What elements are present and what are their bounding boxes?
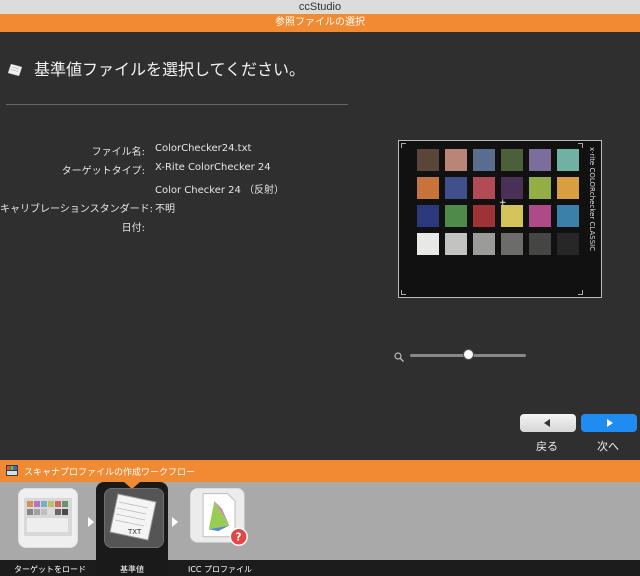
workflow-step-label[interactable]: ターゲットをロード bbox=[8, 564, 92, 575]
chevron-right-icon bbox=[607, 419, 613, 427]
filename-label: ファイル名: bbox=[91, 147, 145, 158]
color-patch bbox=[557, 149, 579, 171]
color-patch bbox=[445, 149, 467, 171]
target-type-value: X-Rite ColorChecker 24 bbox=[155, 162, 271, 173]
calibration-standard-label: キャリブレーションスタンダード: bbox=[0, 204, 153, 215]
workflow-header: スキャナプロファイルの作成ワークフロー bbox=[0, 460, 640, 482]
color-patch bbox=[417, 233, 439, 255]
crosshair-icon: + bbox=[499, 198, 507, 208]
color-patch bbox=[501, 205, 523, 227]
colorchecker-preview: + x·rite COLORchecker CLASSIC bbox=[398, 140, 602, 298]
back-button[interactable] bbox=[520, 414, 576, 432]
crop-corner bbox=[578, 143, 583, 148]
date-label: 日付: bbox=[121, 223, 145, 234]
color-patch bbox=[445, 205, 467, 227]
color-patch bbox=[557, 233, 579, 255]
crop-corner bbox=[401, 290, 406, 295]
color-patch bbox=[473, 233, 495, 255]
zoom-icon bbox=[394, 352, 404, 362]
page-heading: 基準値ファイルを選択してください。 bbox=[34, 60, 306, 79]
color-patch bbox=[417, 149, 439, 171]
zoom-slider-knob[interactable] bbox=[462, 349, 474, 360]
color-patch bbox=[529, 233, 551, 255]
calibration-standard-value: 不明 bbox=[155, 204, 175, 215]
window-title: ccStudio bbox=[0, 0, 640, 14]
next-label[interactable]: 次へ bbox=[597, 438, 619, 454]
step-title-bar: 参照ファイルの選択 bbox=[0, 14, 640, 32]
document-icon bbox=[8, 64, 22, 76]
color-patch bbox=[529, 149, 551, 171]
next-button[interactable] bbox=[581, 414, 637, 432]
load-target-step-icon[interactable] bbox=[18, 488, 78, 548]
step-arrow-icon bbox=[88, 517, 94, 527]
color-patch bbox=[445, 233, 467, 255]
color-patch-grid bbox=[417, 149, 579, 255]
color-patch bbox=[501, 149, 523, 171]
workflow-step-label[interactable]: 基準値 bbox=[96, 564, 168, 575]
color-patch bbox=[473, 205, 495, 227]
color-patch bbox=[557, 205, 579, 227]
svg-text:?: ? bbox=[235, 532, 241, 544]
svg-text:TXT: TXT bbox=[127, 528, 142, 536]
workflow-title: スキャナプロファイルの作成ワークフロー bbox=[24, 468, 196, 478]
crop-corner bbox=[578, 290, 583, 295]
step-arrow-icon bbox=[172, 517, 178, 527]
workflow-step-label[interactable]: ICC プロファイル bbox=[178, 564, 262, 575]
back-label[interactable]: 戻る bbox=[536, 438, 558, 454]
icc-profile-step-icon[interactable]: ? bbox=[190, 488, 250, 548]
colorchecker-brand: x·rite COLORchecker CLASSIC bbox=[586, 147, 598, 257]
color-patch bbox=[473, 149, 495, 171]
brand-label: x·rite COLORchecker CLASSIC bbox=[588, 147, 596, 252]
target-type-detail: Color Checker 24 （反射） bbox=[155, 185, 285, 196]
color-patch bbox=[529, 205, 551, 227]
chevron-left-icon bbox=[544, 419, 550, 427]
reference-step-icon[interactable]: TXT bbox=[104, 488, 164, 548]
color-patch bbox=[417, 177, 439, 199]
color-patch bbox=[501, 233, 523, 255]
filename-value: ColorChecker24.txt bbox=[155, 143, 252, 154]
color-patch bbox=[417, 205, 439, 227]
scanner-icon bbox=[6, 465, 18, 476]
color-patch bbox=[501, 177, 523, 199]
color-patch bbox=[557, 177, 579, 199]
color-patch bbox=[445, 177, 467, 199]
crop-corner bbox=[401, 143, 406, 148]
color-patch bbox=[473, 177, 495, 199]
target-type-label: ターゲットタイプ: bbox=[61, 166, 145, 177]
heading-divider bbox=[6, 104, 348, 105]
color-patch bbox=[529, 177, 551, 199]
main-panel: 基準値ファイルを選択してください。 ファイル名: ColorChecker24.… bbox=[0, 32, 640, 460]
